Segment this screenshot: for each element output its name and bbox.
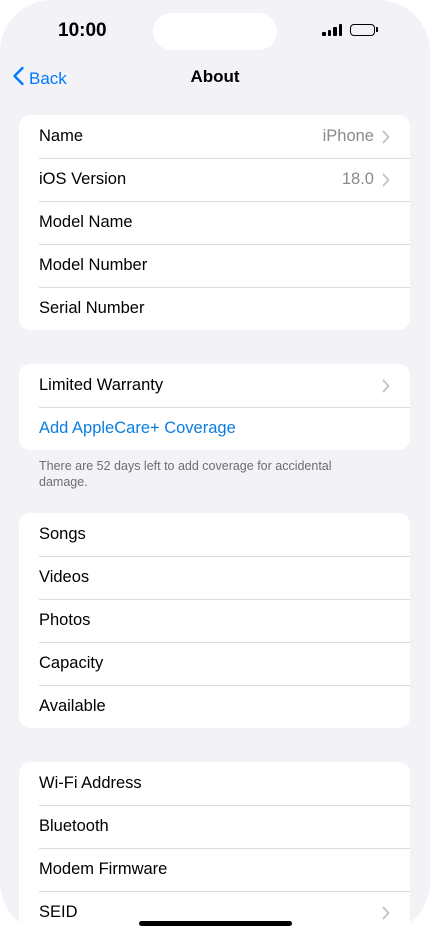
row-label: Model Name	[39, 213, 133, 231]
row-label: Available	[39, 697, 106, 715]
row-label: Capacity	[39, 654, 104, 672]
cellular-signal-icon	[322, 23, 342, 36]
row-add-applecare[interactable]: Add AppleCare+ Coverage	[19, 407, 410, 450]
dynamic-island	[153, 13, 277, 50]
row-songs[interactable]: Songs	[19, 513, 410, 556]
row-label: Wi-Fi Address	[39, 774, 142, 792]
row-value: 18.0	[341, 170, 374, 188]
row-model-number[interactable]: Model Number	[19, 244, 410, 287]
row-label: Model Number	[39, 256, 148, 274]
row-ios-version[interactable]: iOS Version 18.0	[19, 158, 410, 201]
row-capacity[interactable]: Capacity	[19, 642, 410, 685]
status-bar: 10:00	[0, 0, 430, 60]
media-group: Songs Videos Photos Capacity Available	[19, 513, 410, 728]
page-title: About	[190, 67, 240, 86]
row-serial-number[interactable]: Serial Number	[19, 287, 410, 330]
navigation-bar: Back About	[0, 60, 430, 94]
row-modem-firmware[interactable]: Modem Firmware	[19, 848, 410, 891]
row-label: Bluetooth	[39, 817, 109, 835]
row-label: iOS Version	[39, 170, 127, 188]
row-label: Name	[39, 127, 84, 145]
row-label: Limited Warranty	[39, 376, 164, 394]
row-label: Modem Firmware	[39, 860, 168, 878]
home-indicator[interactable]	[139, 921, 292, 926]
chevron-right-icon	[382, 379, 390, 393]
row-label: Videos	[39, 568, 90, 586]
row-value: iPhone	[322, 127, 374, 145]
battery-icon	[350, 23, 378, 36]
status-icons	[322, 23, 378, 36]
row-label: Photos	[39, 611, 91, 629]
chevron-right-icon	[382, 906, 390, 920]
warranty-footnote: There are 52 days left to add coverage f…	[39, 459, 332, 489]
row-name[interactable]: Name iPhone	[19, 115, 410, 158]
row-label: Songs	[39, 525, 86, 543]
status-time: 10:00	[58, 20, 107, 41]
add-applecare-link: Add AppleCare+ Coverage	[39, 419, 236, 437]
row-seid[interactable]: SEID	[19, 891, 410, 934]
phone-screen: 10:00 Back About Name iPhone iOS Version…	[0, 0, 430, 934]
row-photos[interactable]: Photos	[19, 599, 410, 642]
row-wifi-address[interactable]: Wi-Fi Address	[19, 762, 410, 805]
network-group: Wi-Fi Address Bluetooth Modem Firmware S…	[19, 762, 410, 934]
row-model-name[interactable]: Model Name	[19, 201, 410, 244]
row-available[interactable]: Available	[19, 685, 410, 728]
row-label: SEID	[39, 903, 78, 921]
chevron-right-icon	[382, 130, 390, 144]
row-label: Serial Number	[39, 299, 145, 317]
row-videos[interactable]: Videos	[19, 556, 410, 599]
warranty-group: Limited Warranty Add AppleCare+ Coverage	[19, 364, 410, 450]
device-info-group: Name iPhone iOS Version 18.0 Model Name …	[19, 115, 410, 330]
row-bluetooth[interactable]: Bluetooth	[19, 805, 410, 848]
chevron-right-icon	[382, 173, 390, 187]
row-limited-warranty[interactable]: Limited Warranty	[19, 364, 410, 407]
